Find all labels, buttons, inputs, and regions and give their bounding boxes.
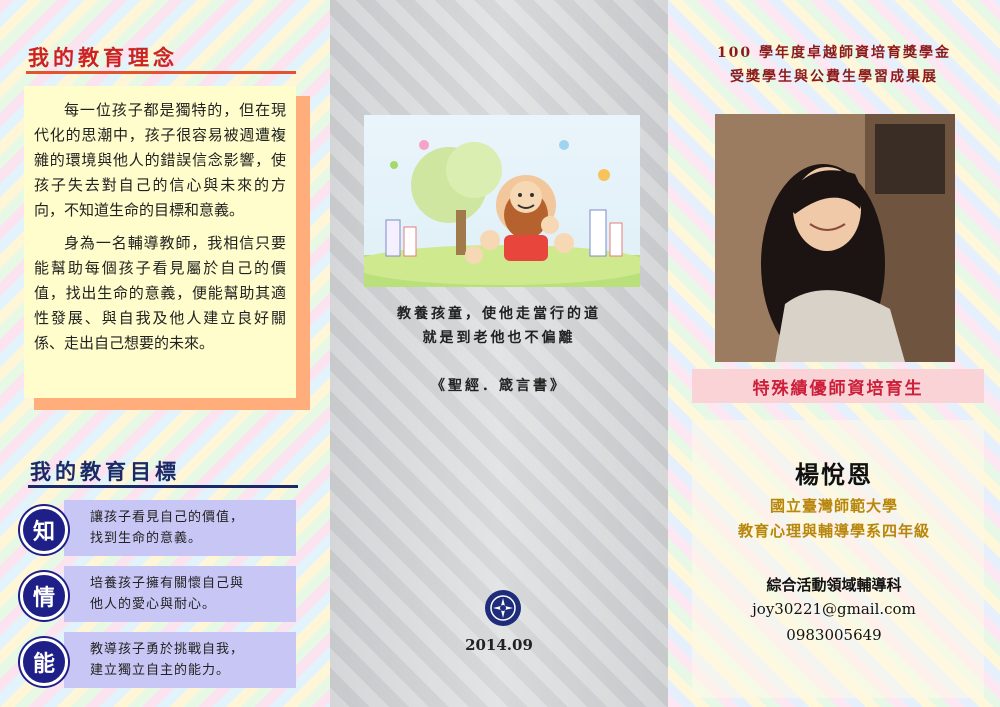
goal-knowledge-badge: 知 — [20, 506, 68, 554]
publication-date: 2014.09 — [465, 636, 533, 654]
illustration-svg — [364, 140, 640, 287]
phone-number: 0983005649 — [786, 626, 882, 644]
children-illustration — [364, 115, 640, 287]
program-badge: 特殊績優師資培育生 — [692, 369, 984, 403]
verse-line-2: 就是到老他也不偏離 — [422, 330, 576, 346]
department-name: 教育心理與輔導學系四年級 — [737, 522, 930, 540]
exhibition-title-line-1: 100 學年度卓越師資培育獎學金 — [716, 45, 952, 61]
student-photo-svg — [715, 114, 955, 362]
student-name: 楊悅恩 — [795, 460, 873, 489]
goal-knowledge-text: 讓孩子看見自己的價值， 找到生命的意義。 — [90, 507, 290, 549]
goals-underline — [28, 485, 298, 488]
goal-ability-line2: 建立獨立自主的能力。 — [90, 663, 231, 678]
goal-emotion-text: 培養孩子擁有關懷自己與 他人的愛心與耐心。 — [90, 573, 290, 615]
philosophy-paragraph-1: 每一位孩子都是獨特的，但在現代化的思潮中，孩子很容易被週遭複雜的環境與他人的錯誤… — [34, 101, 286, 219]
goals-heading: 我的教育目標 — [30, 459, 180, 484]
goal-ability-line1: 教導孩子勇於挑戰自我， — [90, 642, 245, 657]
subject-area: 綜合活動領域輔導科 — [766, 576, 902, 594]
philosophy-heading: 我的教育理念 — [28, 45, 178, 70]
email-address: joy30221@gmail.com — [752, 600, 916, 618]
goal-emotion-badge: 情 — [20, 572, 68, 620]
verse-source: 《聖經．箴言書》 — [431, 378, 567, 394]
student-photo — [715, 114, 955, 362]
goal-knowledge-line2: 找到生命的意義。 — [90, 531, 203, 546]
goal-ability-text: 教導孩子勇於挑戰自我， 建立獨立自主的能力。 — [90, 639, 290, 681]
goal-knowledge-line1: 讓孩子看見自己的價值， — [90, 510, 245, 525]
verse-line-1: 教養孩童，使他走當行的道 — [397, 306, 601, 322]
philosophy-paragraph-2: 身為一名輔導教師，我相信只要能幫助每個孩子看見屬於自己的價值，找出生命的意義，便… — [34, 234, 286, 352]
philosophy-card: 每一位孩子都是獨特的，但在現代化的思潮中，孩子很容易被週遭複雜的環境與他人的錯誤… — [24, 86, 296, 398]
goal-ability-badge: 能 — [20, 638, 68, 686]
goal-emotion-line2: 他人的愛心與耐心。 — [90, 597, 217, 612]
philosophy-underline — [26, 71, 296, 74]
exhibition-title-line-2: 受獎學生與公費生學習成果展 — [730, 69, 938, 85]
university-name: 國立臺灣師範大學 — [769, 497, 898, 515]
goal-emotion-line1: 培養孩子擁有關懷自己與 — [90, 576, 245, 591]
university-logo-icon — [485, 590, 521, 626]
